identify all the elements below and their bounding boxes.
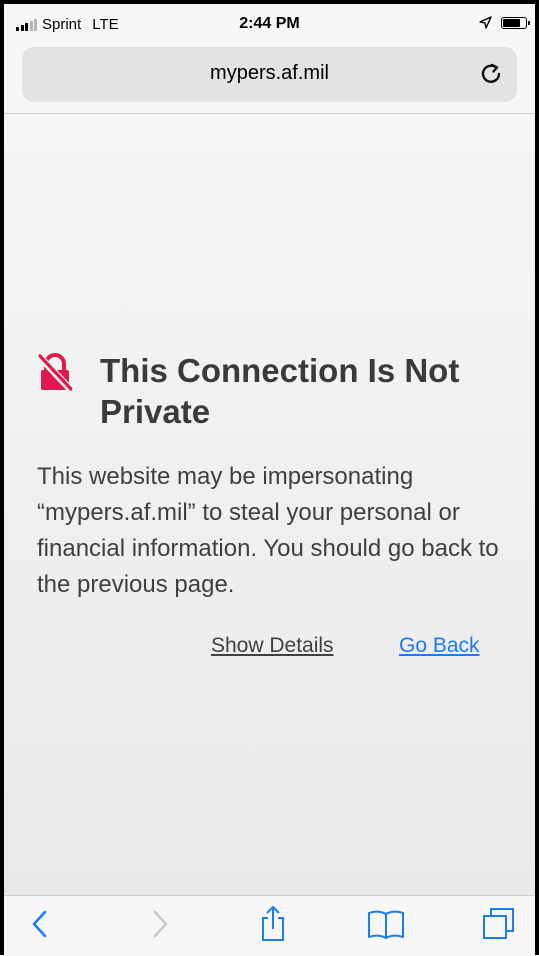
share-button[interactable] [251,902,295,946]
location-arrow-icon [479,16,492,29]
tabs-icon [483,908,514,939]
broken-lock-icon [38,353,72,392]
back-button[interactable] [18,902,62,946]
battery-icon [501,16,530,29]
status-right [479,16,530,29]
forward-button[interactable] [138,902,182,946]
status-time: 2:44 PM [239,15,300,32]
screen-frame-right [535,0,539,955]
tabs-button[interactable] [477,902,521,946]
status-bar: Sprint LTE 2:44 PM [4,4,535,44]
error-page: This Connection Is Not Private This webs… [4,114,535,895]
browser-chrome: Sprint LTE 2:44 PM mypers.af.mil [4,4,535,114]
address-bar[interactable]: mypers.af.mil [22,47,517,102]
book-icon [368,910,404,939]
show-details-link[interactable]: Show Details [211,634,334,658]
go-back-link[interactable]: Go Back [399,634,480,658]
share-icon [262,906,284,941]
bottom-toolbar [4,895,535,956]
warning-title: This Connection Is Not Private [100,352,460,430]
url-text[interactable]: mypers.af.mil [22,62,517,85]
reload-icon[interactable] [477,60,505,88]
chevron-right-icon [153,910,168,938]
chevron-left-icon [32,910,47,938]
bookmarks-button[interactable] [364,902,408,946]
warning-message: This website may be impersonating “myper… [37,463,499,598]
